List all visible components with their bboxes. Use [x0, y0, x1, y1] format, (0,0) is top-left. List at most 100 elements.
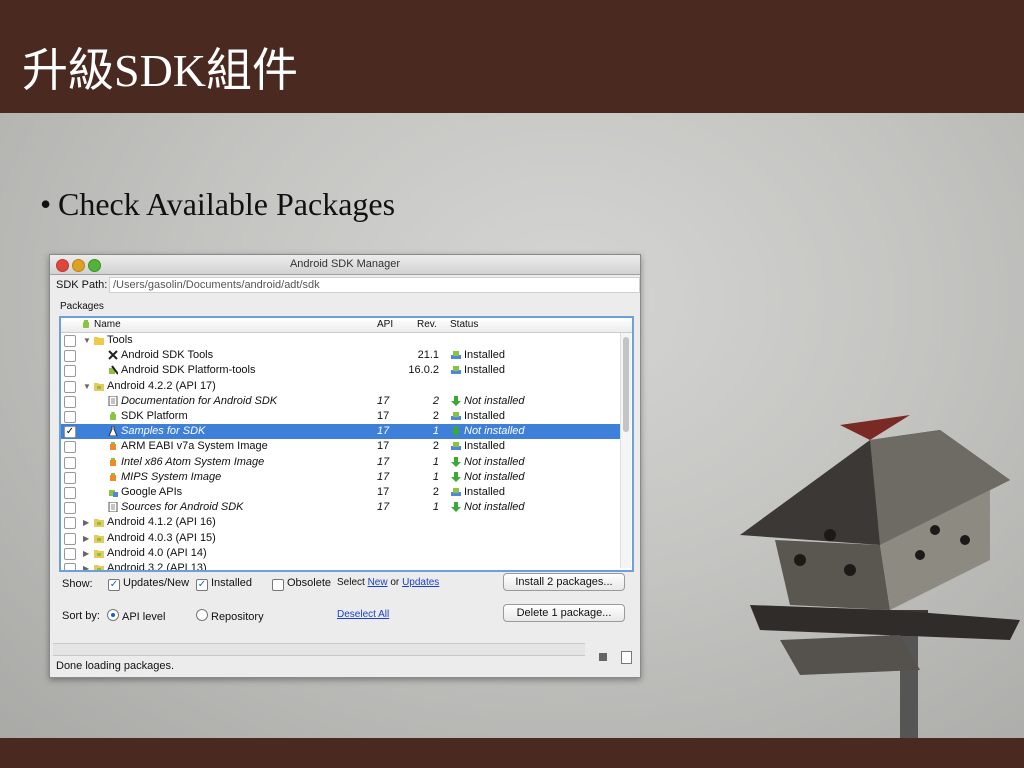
- table-row[interactable]: MIPS System Image 17 1 Not installed: [61, 470, 621, 485]
- checkbox-unchecked-icon[interactable]: [64, 547, 76, 560]
- select-or: or: [390, 577, 400, 588]
- checkbox-checked-icon[interactable]: ✓: [108, 579, 120, 591]
- expand-right-icon[interactable]: ▶: [83, 531, 89, 546]
- package-name-text: Sources for Android SDK: [121, 501, 244, 514]
- package-rev: 2: [432, 410, 439, 422]
- installed-icon: [451, 439, 464, 454]
- checkbox-unchecked-icon[interactable]: [64, 502, 76, 515]
- table-scrollbar[interactable]: [620, 333, 631, 568]
- table-row[interactable]: ▼ Tools: [61, 333, 621, 348]
- package-status-text: Not installed: [464, 425, 525, 438]
- expand-right-icon[interactable]: ▶: [83, 515, 89, 530]
- package-status: Not installed: [451, 470, 525, 485]
- table-row[interactable]: ▶ Android 4.0 (API 14): [61, 546, 621, 561]
- table-row[interactable]: ✓ Samples for SDK 17 1 Not installed: [61, 424, 621, 440]
- package-api: 17: [377, 501, 390, 514]
- package-status: Installed: [451, 485, 505, 500]
- column-header-rev[interactable]: Rev.: [417, 319, 437, 330]
- table-row[interactable]: ▼ Android 4.2.2 (API 17): [61, 379, 621, 394]
- checkbox-unchecked-icon[interactable]: [64, 456, 76, 469]
- checkbox-unchecked-icon[interactable]: [64, 563, 76, 570]
- installed-checkbox[interactable]: ✓ Installed: [196, 577, 252, 591]
- package-status: Not installed: [451, 500, 525, 515]
- package-api: 17: [377, 455, 390, 468]
- table-row[interactable]: Android SDK Tools 21.1 Installed: [61, 348, 621, 363]
- table-row[interactable]: Documentation for Android SDK 17 2 Not inst…: [61, 394, 621, 409]
- package-api: 17: [377, 425, 390, 438]
- expand-right-icon[interactable]: ▶: [83, 561, 89, 570]
- package-api: 17: [377, 394, 390, 407]
- table-row[interactable]: ARM EABI v7a System Image 17 2 Installed: [61, 439, 621, 454]
- checkbox-unchecked-icon[interactable]: [64, 365, 76, 378]
- table-row[interactable]: Android SDK Platform-tools 16.0.2 Installe…: [61, 363, 621, 378]
- table-row[interactable]: Google APIs 17 2 Installed: [61, 485, 621, 500]
- package-status: Installed: [451, 439, 505, 454]
- checkbox-checked-icon[interactable]: ✓: [64, 426, 76, 439]
- package-name: Android 4.0.3 (API 15): [94, 531, 216, 546]
- install-packages-button[interactable]: Install 2 packages...: [503, 573, 625, 591]
- package-status: Installed: [451, 348, 505, 363]
- checkbox-unchecked-icon[interactable]: [64, 395, 76, 408]
- expand-down-icon[interactable]: ▼: [83, 379, 91, 394]
- radio-unselected-icon[interactable]: [196, 609, 208, 621]
- window-titlebar[interactable]: Android SDK Manager: [50, 255, 640, 275]
- package-status: Installed: [451, 409, 505, 424]
- show-label: Show:: [62, 578, 93, 590]
- sdk-path-field[interactable]: /Users/gasolin/Documents/android/adt/sdk: [109, 277, 640, 293]
- slide-title: 升級SDK組件: [22, 45, 299, 96]
- column-header-status[interactable]: Status: [450, 319, 478, 330]
- package-name: Android SDK Platform-tools: [108, 363, 256, 378]
- column-header-api[interactable]: API: [377, 319, 393, 330]
- obsolete-checkbox[interactable]: ✓Obsolete: [272, 577, 331, 591]
- package-name: Sources for Android SDK: [108, 500, 243, 515]
- stop-icon[interactable]: [599, 653, 607, 661]
- checkbox-unchecked-icon[interactable]: [64, 487, 76, 499]
- checkbox-unchecked-icon[interactable]: [64, 380, 76, 393]
- table-row[interactable]: ▶ Android 4.0.3 (API 15): [61, 531, 621, 546]
- package-rev: 16.0.2: [408, 364, 439, 377]
- log-icon[interactable]: [621, 651, 632, 664]
- select-new-link[interactable]: New: [368, 577, 388, 588]
- package-folder-icon: [94, 546, 107, 561]
- repository-radio[interactable]: Repository: [196, 609, 264, 623]
- checkbox-unchecked-icon[interactable]: ✓: [272, 579, 284, 591]
- table-row[interactable]: SDK Platform 17 2 Installed: [61, 409, 621, 424]
- table-row[interactable]: Intel x86 Atom System Image 17 1 Not instal…: [61, 455, 621, 470]
- checkbox-checked-icon[interactable]: ✓: [196, 579, 208, 591]
- package-rev: 2: [432, 394, 439, 407]
- checkbox-unchecked-icon[interactable]: [64, 335, 76, 347]
- expand-right-icon[interactable]: ▶: [83, 546, 89, 561]
- column-header-name[interactable]: Name: [94, 319, 121, 330]
- expand-down-icon[interactable]: ▼: [83, 333, 91, 348]
- checkbox-unchecked-icon[interactable]: [64, 350, 76, 363]
- checkbox-unchecked-icon[interactable]: [64, 471, 76, 484]
- packages-table[interactable]: Name API Rev. Status ▼ Tools Android SDK T…: [59, 316, 634, 572]
- download-arrow-icon: [451, 424, 464, 439]
- package-name-text: Android 4.0 (API 14): [107, 546, 207, 559]
- radio-selected-icon[interactable]: [107, 609, 119, 621]
- package-name: SDK Platform: [108, 409, 188, 424]
- checkbox-unchecked-icon[interactable]: [64, 517, 76, 530]
- download-arrow-icon: [451, 455, 464, 470]
- android-icon: [108, 409, 121, 424]
- package-name: Android 4.1.2 (API 16): [94, 515, 216, 530]
- sdk-manager-window: Android SDK Manager SDK Path: /Users/gas…: [49, 254, 641, 678]
- package-name-text: Android 4.2.2 (API 17): [107, 379, 216, 392]
- deselect-all-link[interactable]: Deselect All: [337, 609, 389, 620]
- delete-package-button[interactable]: Delete 1 package...: [503, 604, 625, 622]
- table-row[interactable]: ▶ Android 3.2 (API 13): [61, 561, 621, 570]
- table-row[interactable]: Sources for Android SDK 17 1 Not installed: [61, 500, 621, 515]
- package-name: Android SDK Tools: [108, 348, 213, 363]
- scrollbar-thumb[interactable]: [623, 337, 629, 432]
- api-level-radio[interactable]: API level: [107, 609, 165, 623]
- table-row[interactable]: ▶ Android 4.1.2 (API 16): [61, 515, 621, 530]
- select-updates-link[interactable]: Updates: [402, 577, 439, 588]
- installed-icon: [451, 485, 464, 500]
- checkbox-unchecked-icon[interactable]: [64, 441, 76, 454]
- api-level-label: API level: [122, 611, 166, 623]
- updates-new-checkbox[interactable]: ✓ Updates/New: [108, 577, 189, 591]
- package-status: Installed: [451, 363, 505, 378]
- package-name-text: Android SDK Platform-tools: [121, 364, 256, 377]
- checkbox-unchecked-icon[interactable]: [64, 532, 76, 545]
- checkbox-unchecked-icon[interactable]: [64, 411, 76, 423]
